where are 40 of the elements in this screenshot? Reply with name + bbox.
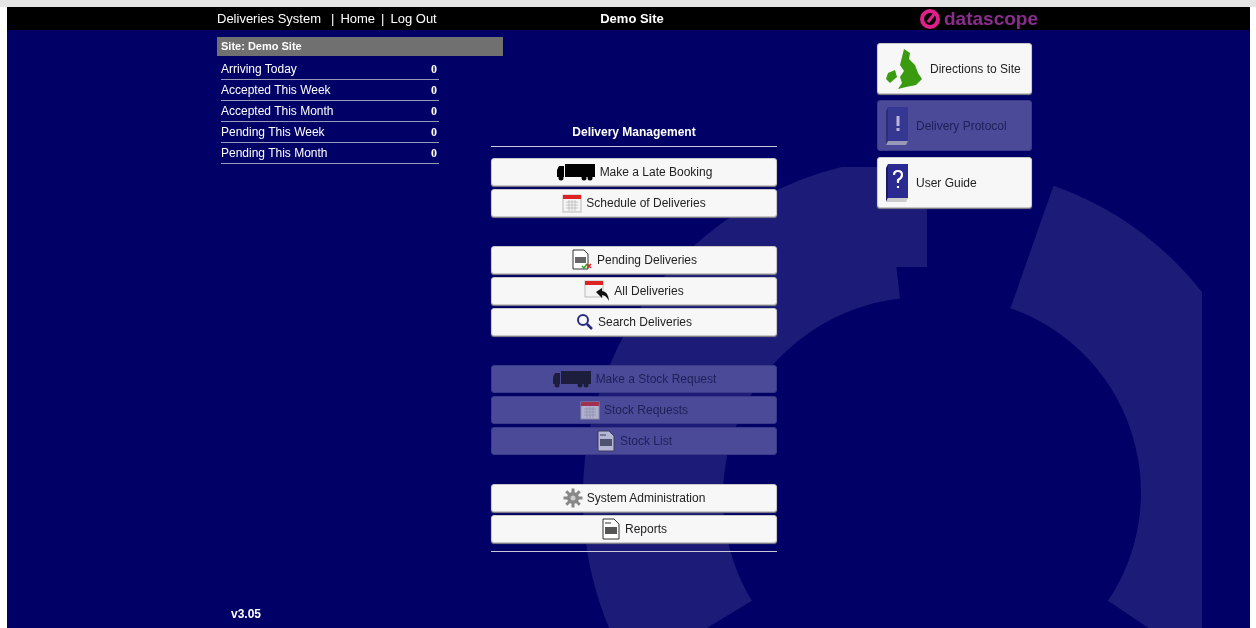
app-title: Deliveries System (217, 9, 322, 28)
version-label: v3.05 (231, 606, 262, 623)
logo-text: datascope (944, 9, 1038, 28)
gear-icon (562, 488, 583, 508)
search-icon (575, 313, 594, 331)
menu-button[interactable]: Pending Deliveries (491, 246, 777, 274)
menu-button[interactable]: All Deliveries (491, 277, 777, 305)
side-button[interactable]: User Guide (877, 157, 1032, 208)
menu-button[interactable]: Reports (491, 515, 777, 543)
separator: | (381, 9, 385, 28)
logo-icon (920, 8, 940, 29)
stat-value: 0 (431, 124, 438, 141)
stat-value: 0 (431, 61, 438, 78)
calendar-icon (579, 400, 600, 420)
site-title: Demo Site (599, 9, 665, 28)
calendar-arrow-icon (584, 280, 611, 302)
document-icon (601, 518, 621, 540)
site-header-bar: Site: Demo Site (217, 37, 503, 56)
stat-label: Pending This Month (221, 145, 328, 162)
stat-label: Accepted This Week (221, 82, 331, 99)
menu-button[interactable]: Make a Late Booking (491, 158, 777, 186)
document-icon (596, 430, 616, 452)
side-button[interactable]: Directions to Site (877, 43, 1032, 94)
menu-button[interactable]: Schedule of Deliveries (491, 189, 777, 217)
nav-link[interactable]: Log Out (390, 8, 437, 29)
stat-label: Pending This Week (221, 124, 325, 141)
stat-value: 0 (431, 82, 438, 99)
truck-icon (551, 370, 592, 388)
truck-icon (555, 163, 596, 181)
stat-value: 0 (431, 145, 438, 162)
separator: | (331, 9, 335, 28)
stat-value: 0 (431, 103, 438, 120)
menu-button[interactable]: System Administration (491, 484, 777, 512)
stat-label: Arriving Today (221, 61, 297, 78)
stat-label: Accepted This Month (221, 103, 334, 120)
menu-button[interactable]: Search Deliveries (491, 308, 777, 336)
document-check-icon (570, 249, 593, 271)
nav-link[interactable]: Home (340, 8, 376, 29)
calendar-icon (562, 193, 583, 213)
section-title: Delivery Management (491, 123, 777, 147)
